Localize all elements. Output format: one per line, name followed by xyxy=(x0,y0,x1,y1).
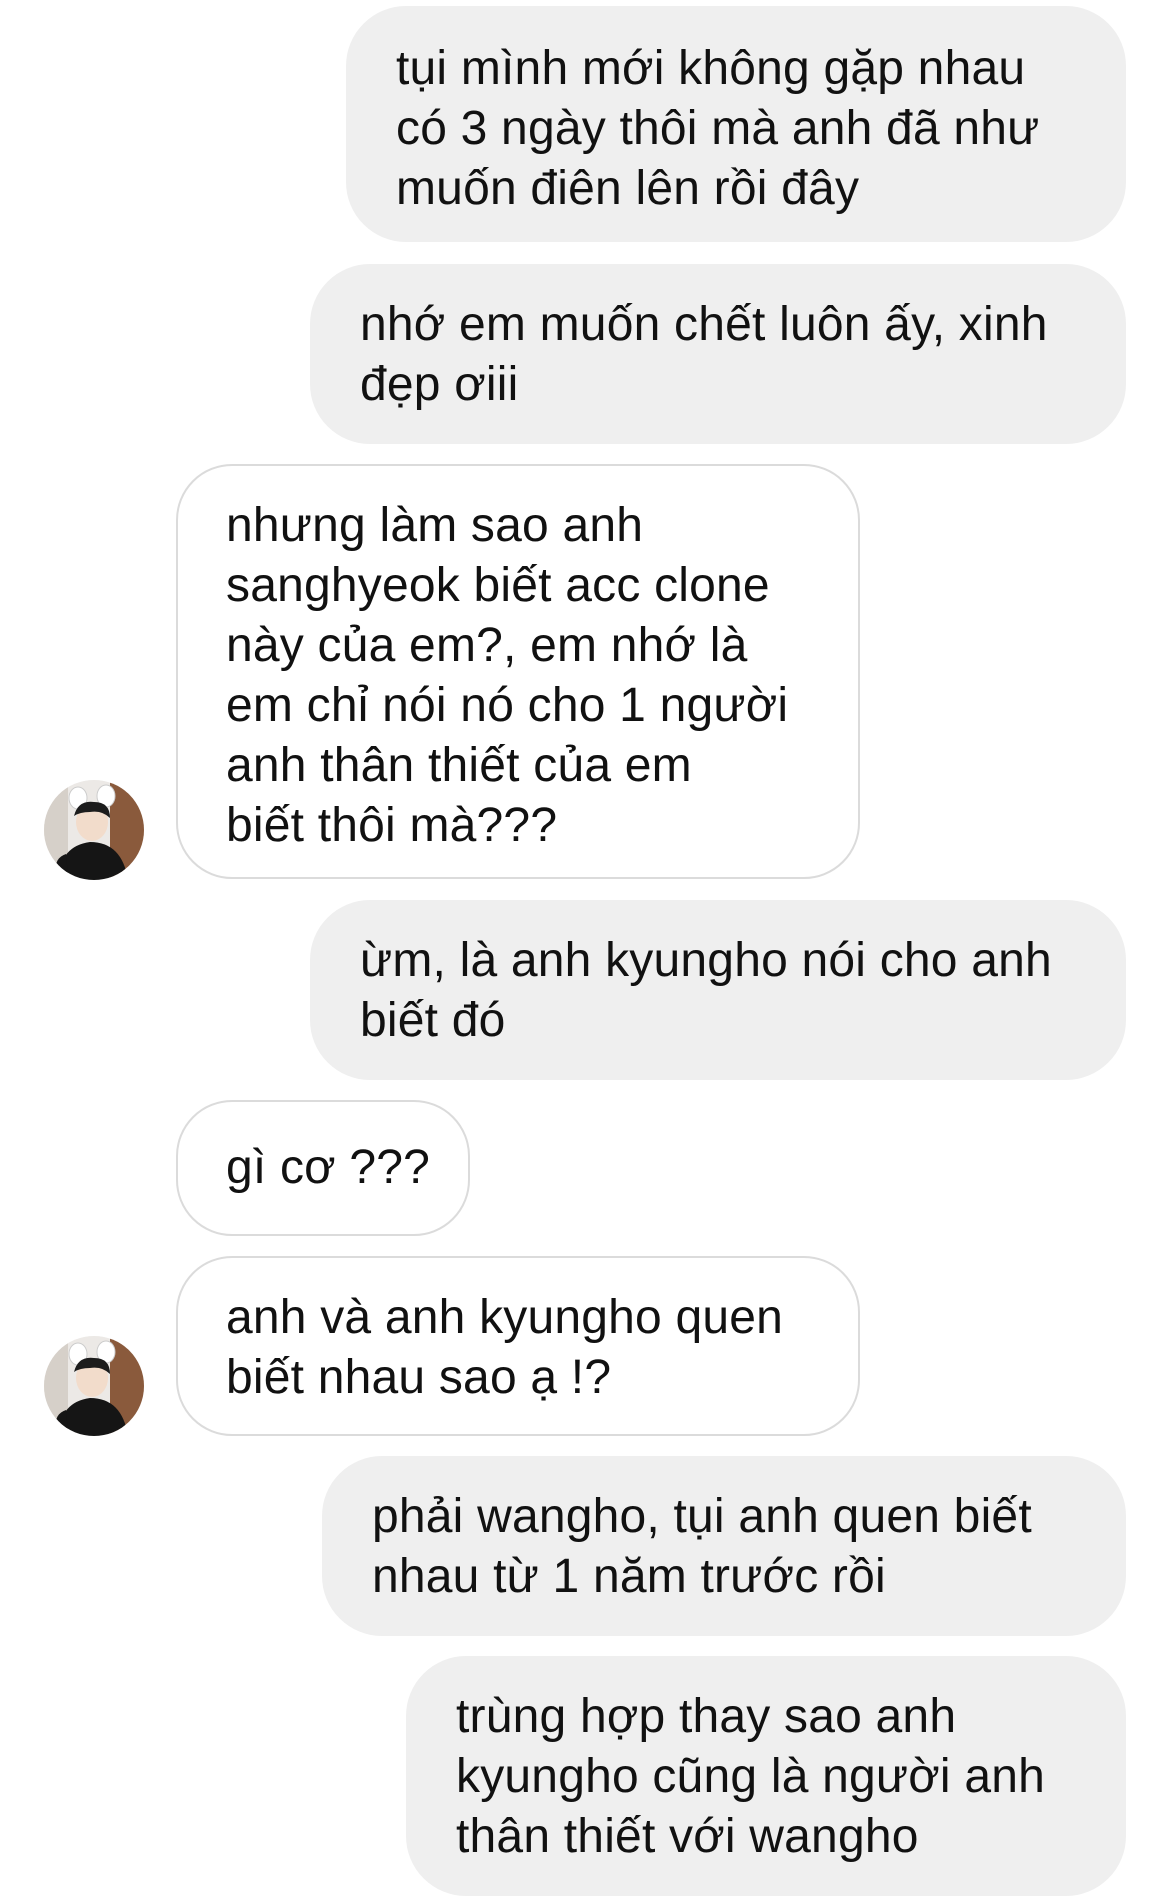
outgoing-message-bubble[interactable]: trùng hợp thay sao anh kyungho cũng là n… xyxy=(406,1656,1126,1896)
outgoing-message-bubble[interactable]: tụi mình mới không gặp nhau có 3 ngày th… xyxy=(346,6,1126,242)
outgoing-message-bubble[interactable]: ừm, là anh kyungho nói cho anh biết đó xyxy=(310,900,1126,1080)
contact-avatar-icon[interactable] xyxy=(44,780,144,880)
avatar-photo xyxy=(44,780,144,880)
avatar-photo xyxy=(44,1336,144,1436)
incoming-message-bubble[interactable]: nhưng làm sao anh sanghyeok biết acc clo… xyxy=(176,464,860,879)
outgoing-message-bubble[interactable]: nhớ em muốn chết luôn ấy, xinh đẹp ơiii xyxy=(310,264,1126,444)
incoming-message-bubble[interactable]: anh và anh kyungho quen biết nhau sao ạ … xyxy=(176,1256,860,1436)
outgoing-message-bubble[interactable]: phải wangho, tụi anh quen biết nhau từ 1… xyxy=(322,1456,1126,1636)
contact-avatar-icon[interactable] xyxy=(44,1336,144,1436)
incoming-message-bubble[interactable]: gì cơ ??? xyxy=(176,1100,470,1236)
message-thread: tụi mình mới không gặp nhau có 3 ngày th… xyxy=(0,0,1169,1896)
